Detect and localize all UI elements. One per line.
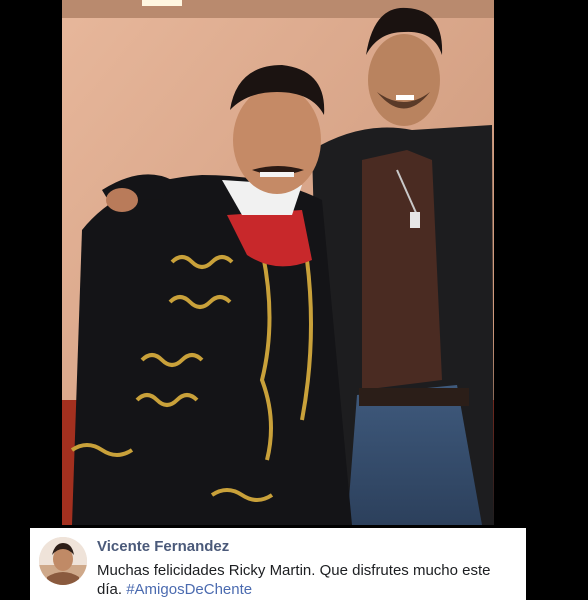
avatar-image (39, 537, 87, 585)
author-name[interactable]: Vicente Fernandez (97, 538, 229, 555)
profile-avatar[interactable] (39, 537, 87, 585)
post-photo[interactable] (62, 0, 494, 525)
photo-image (62, 0, 494, 525)
post-caption: Vicente Fernandez Muchas felicidades Ric… (30, 528, 526, 600)
post-message: Muchas felicidades Ricky Martin. Que dis… (97, 561, 517, 599)
hashtag-link[interactable]: #AmigosDeChente (126, 581, 252, 598)
